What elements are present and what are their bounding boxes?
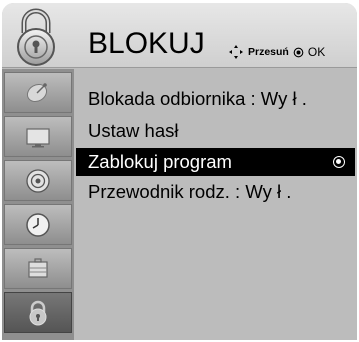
selected-radio-icon	[333, 156, 345, 168]
menu-item-system-lock[interactable]: Blokada odbiornika : Wy ł .	[88, 85, 350, 113]
category-sidebar	[2, 69, 74, 340]
navigation-hint: Przesuń OK	[228, 43, 325, 61]
menu-item-label: Ustaw hasł	[88, 120, 179, 141]
sidebar-item-picture[interactable]	[4, 116, 72, 157]
menu-item-block-program[interactable]: Zablokuj program	[76, 148, 355, 176]
clock-icon	[26, 212, 50, 237]
menu-item-set-password[interactable]: Ustaw hasł	[88, 117, 350, 145]
lock-icon	[29, 300, 47, 325]
satellite-dish-icon	[26, 82, 48, 102]
page-title: BLOKUJ	[88, 27, 205, 60]
sidebar-item-lock[interactable]	[4, 292, 72, 333]
arrow-keys-icon	[229, 45, 243, 59]
move-hint-label: Przesuń	[248, 46, 289, 58]
ok-button-icon	[293, 47, 304, 57]
speaker-icon	[26, 168, 50, 193]
sidebar-item-time[interactable]	[4, 204, 72, 245]
menu-item-label: Blokada odbiornika : Wy ł .	[88, 88, 307, 109]
menu-item-label: Przewodnik rodz. : Wy ł .	[88, 181, 292, 202]
menu-item-parental-guidance[interactable]: Przewodnik rodz. : Wy ł .	[88, 178, 350, 206]
sidebar-item-options[interactable]	[4, 248, 72, 289]
toolbox-icon	[28, 257, 48, 278]
menu-window: BLOKUJ Przesuń OK Blokada odbiornika: W…	[2, 3, 357, 340]
lock-icon	[17, 8, 55, 66]
ok-hint-label: OK	[307, 45, 326, 59]
menu-header: BLOKUJ Przesuń OK	[2, 3, 357, 68]
tv-screen-icon	[26, 127, 50, 147]
sidebar-item-audio[interactable]	[4, 160, 72, 201]
sidebar-item-setup[interactable]	[4, 72, 72, 113]
menu-item-label: Zablokuj program	[88, 151, 232, 172]
menu-panel: Blokada odbiornika : Wy ł . Ustaw hasł Z…	[74, 69, 357, 340]
